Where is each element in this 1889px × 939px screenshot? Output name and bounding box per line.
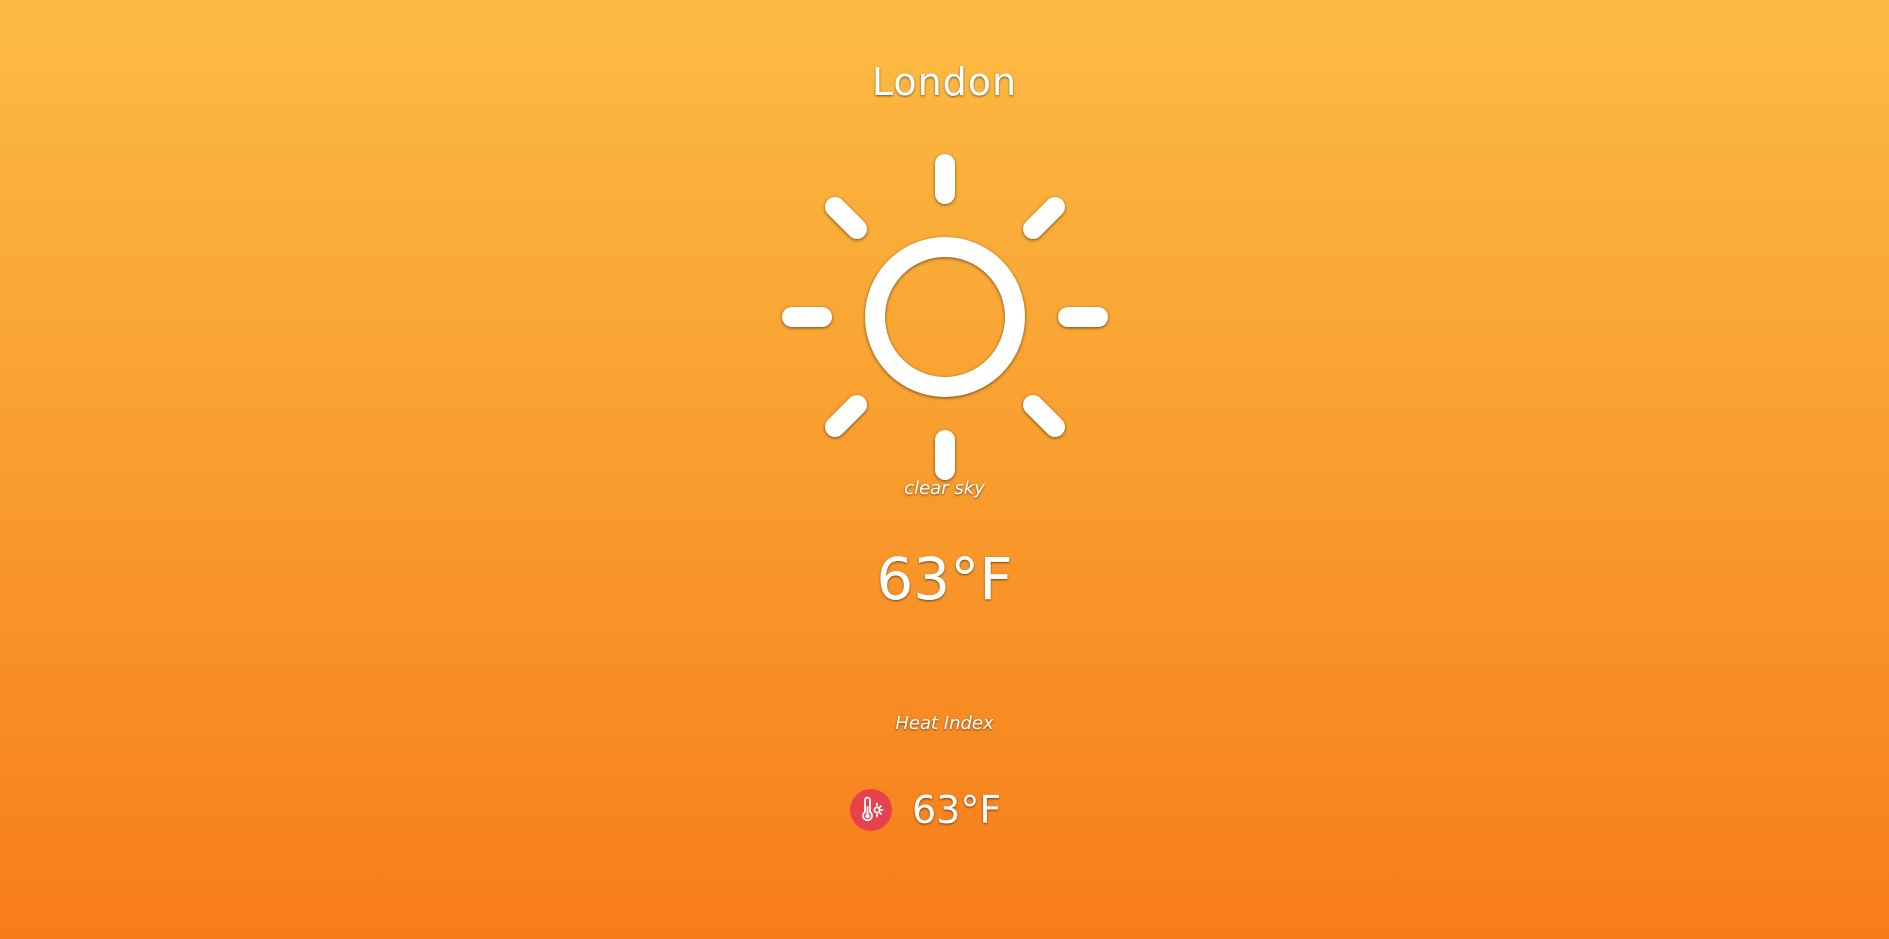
heat-index-value: 63°F: [912, 788, 1002, 832]
current-temperature: 63°F: [876, 545, 1013, 613]
city-name: London: [871, 60, 1018, 104]
sun-icon: [780, 152, 1110, 482]
heat-index-label: Heat Index: [895, 713, 994, 734]
weather-description: clear sky: [904, 478, 985, 499]
thermometer-sun-icon: [850, 789, 892, 831]
weather-page: London clear sky 63°F Heat Index 63°F: [0, 0, 1889, 939]
heat-index-row: 63°F: [850, 788, 1001, 832]
